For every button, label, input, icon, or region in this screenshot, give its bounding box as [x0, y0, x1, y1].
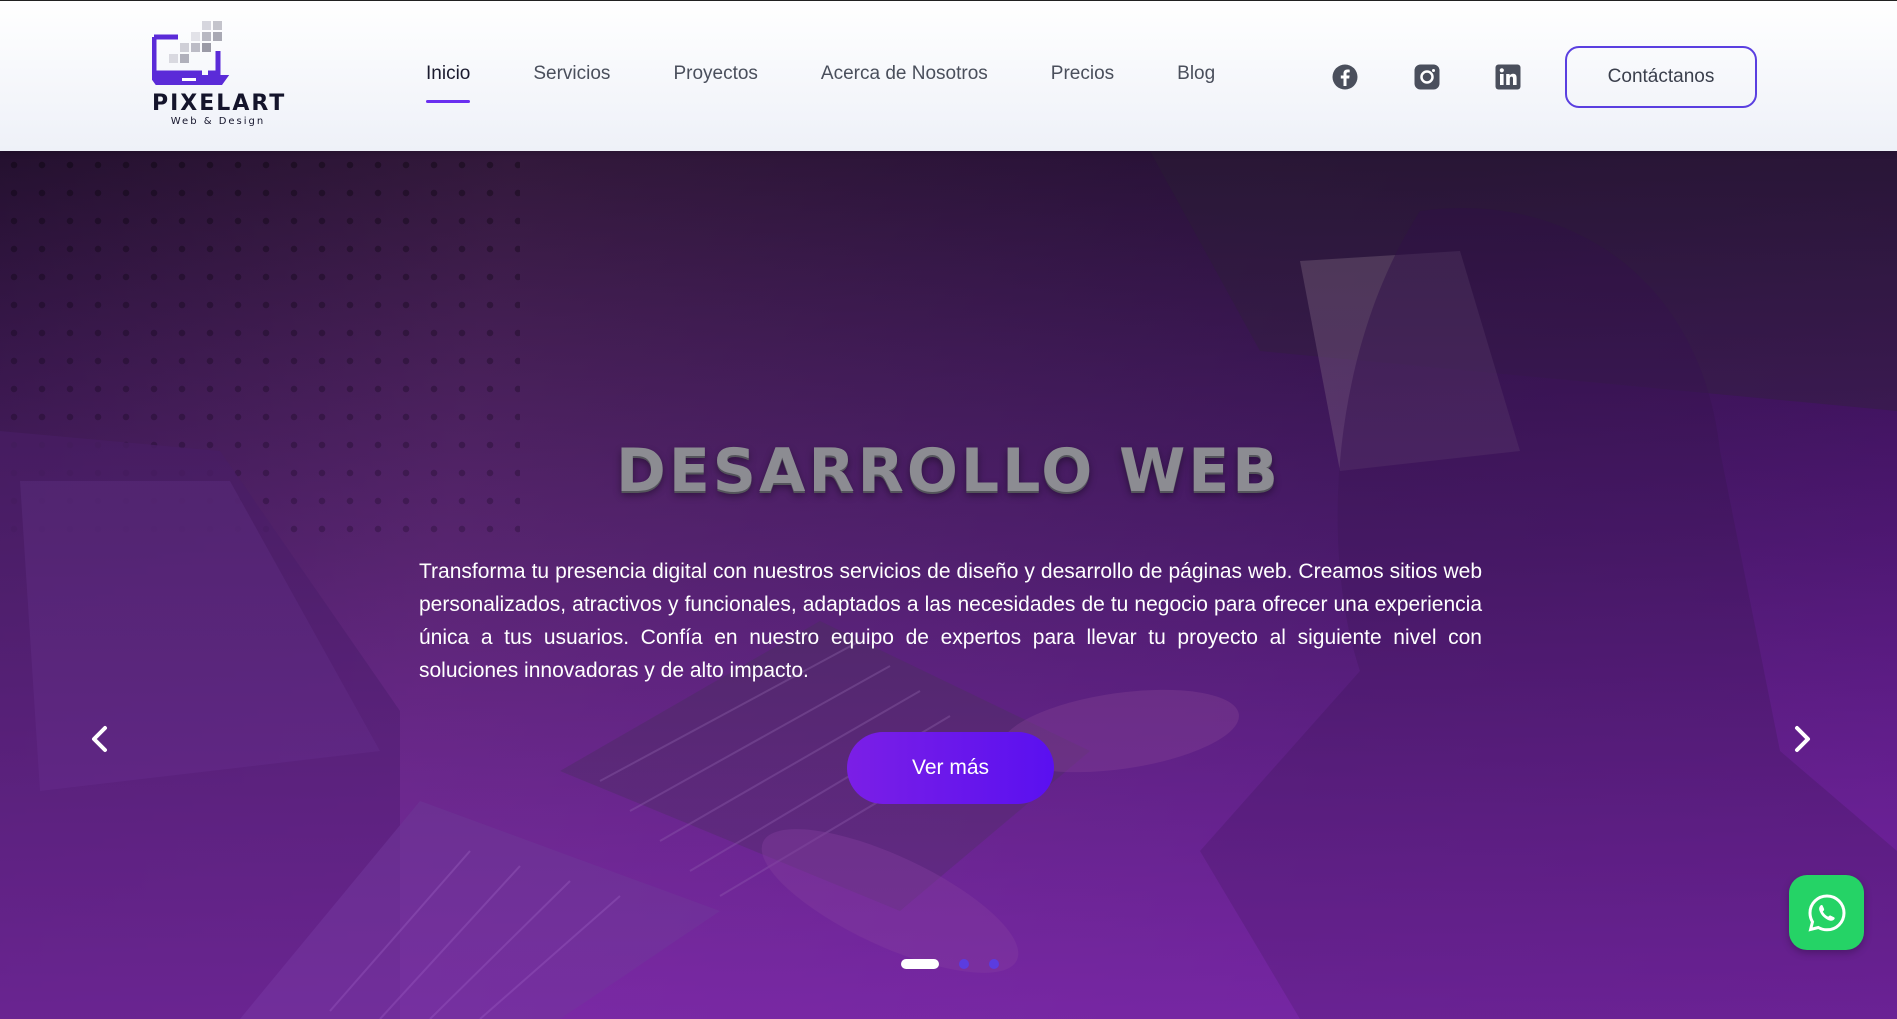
instagram-icon[interactable]	[1413, 63, 1441, 91]
facebook-icon[interactable]	[1331, 63, 1359, 91]
nav-item-inicio[interactable]: Inicio	[426, 63, 471, 103]
hero-title: DESARROLLO WEB	[616, 436, 1281, 506]
chevron-right-icon[interactable]	[1788, 723, 1816, 755]
ver-mas-button[interactable]: Ver más	[847, 732, 1054, 804]
hero-carousel: DESARROLLO WEB Transforma tu presencia d…	[0, 151, 1897, 1019]
carousel-indicator-2[interactable]	[959, 959, 969, 969]
nav-item-acerca[interactable]: Acerca de Nosotros	[821, 63, 988, 85]
nav-item-servicios[interactable]: Servicios	[533, 63, 610, 85]
laptop-logo-icon	[148, 21, 230, 85]
brand-tagline: Web & Design	[170, 116, 266, 127]
nav-item-precios[interactable]: Precios	[1051, 63, 1114, 85]
linkedin-icon[interactable]	[1494, 63, 1522, 91]
brand-name: PIXELART	[152, 91, 287, 116]
whatsapp-button[interactable]	[1789, 875, 1864, 950]
brand-logo[interactable]: PIXELART Web & Design	[148, 21, 292, 131]
hero-description: Transforma tu presencia digital con nues…	[419, 560, 1482, 682]
contact-button[interactable]: Contáctanos	[1565, 46, 1757, 108]
carousel-indicators	[901, 959, 1019, 969]
whatsapp-icon	[1807, 893, 1846, 931]
carousel-indicator-3[interactable]	[989, 959, 999, 969]
chevron-left-icon[interactable]	[86, 723, 114, 755]
site-header: PIXELART Web & Design Inicio Servicios P…	[0, 0, 1897, 151]
carousel-indicator-1[interactable]	[901, 959, 939, 969]
nav-item-proyectos[interactable]: Proyectos	[673, 63, 757, 85]
nav-item-blog[interactable]: Blog	[1177, 63, 1215, 85]
main-nav: Inicio Servicios Proyectos Acerca de Nos…	[426, 63, 1278, 103]
